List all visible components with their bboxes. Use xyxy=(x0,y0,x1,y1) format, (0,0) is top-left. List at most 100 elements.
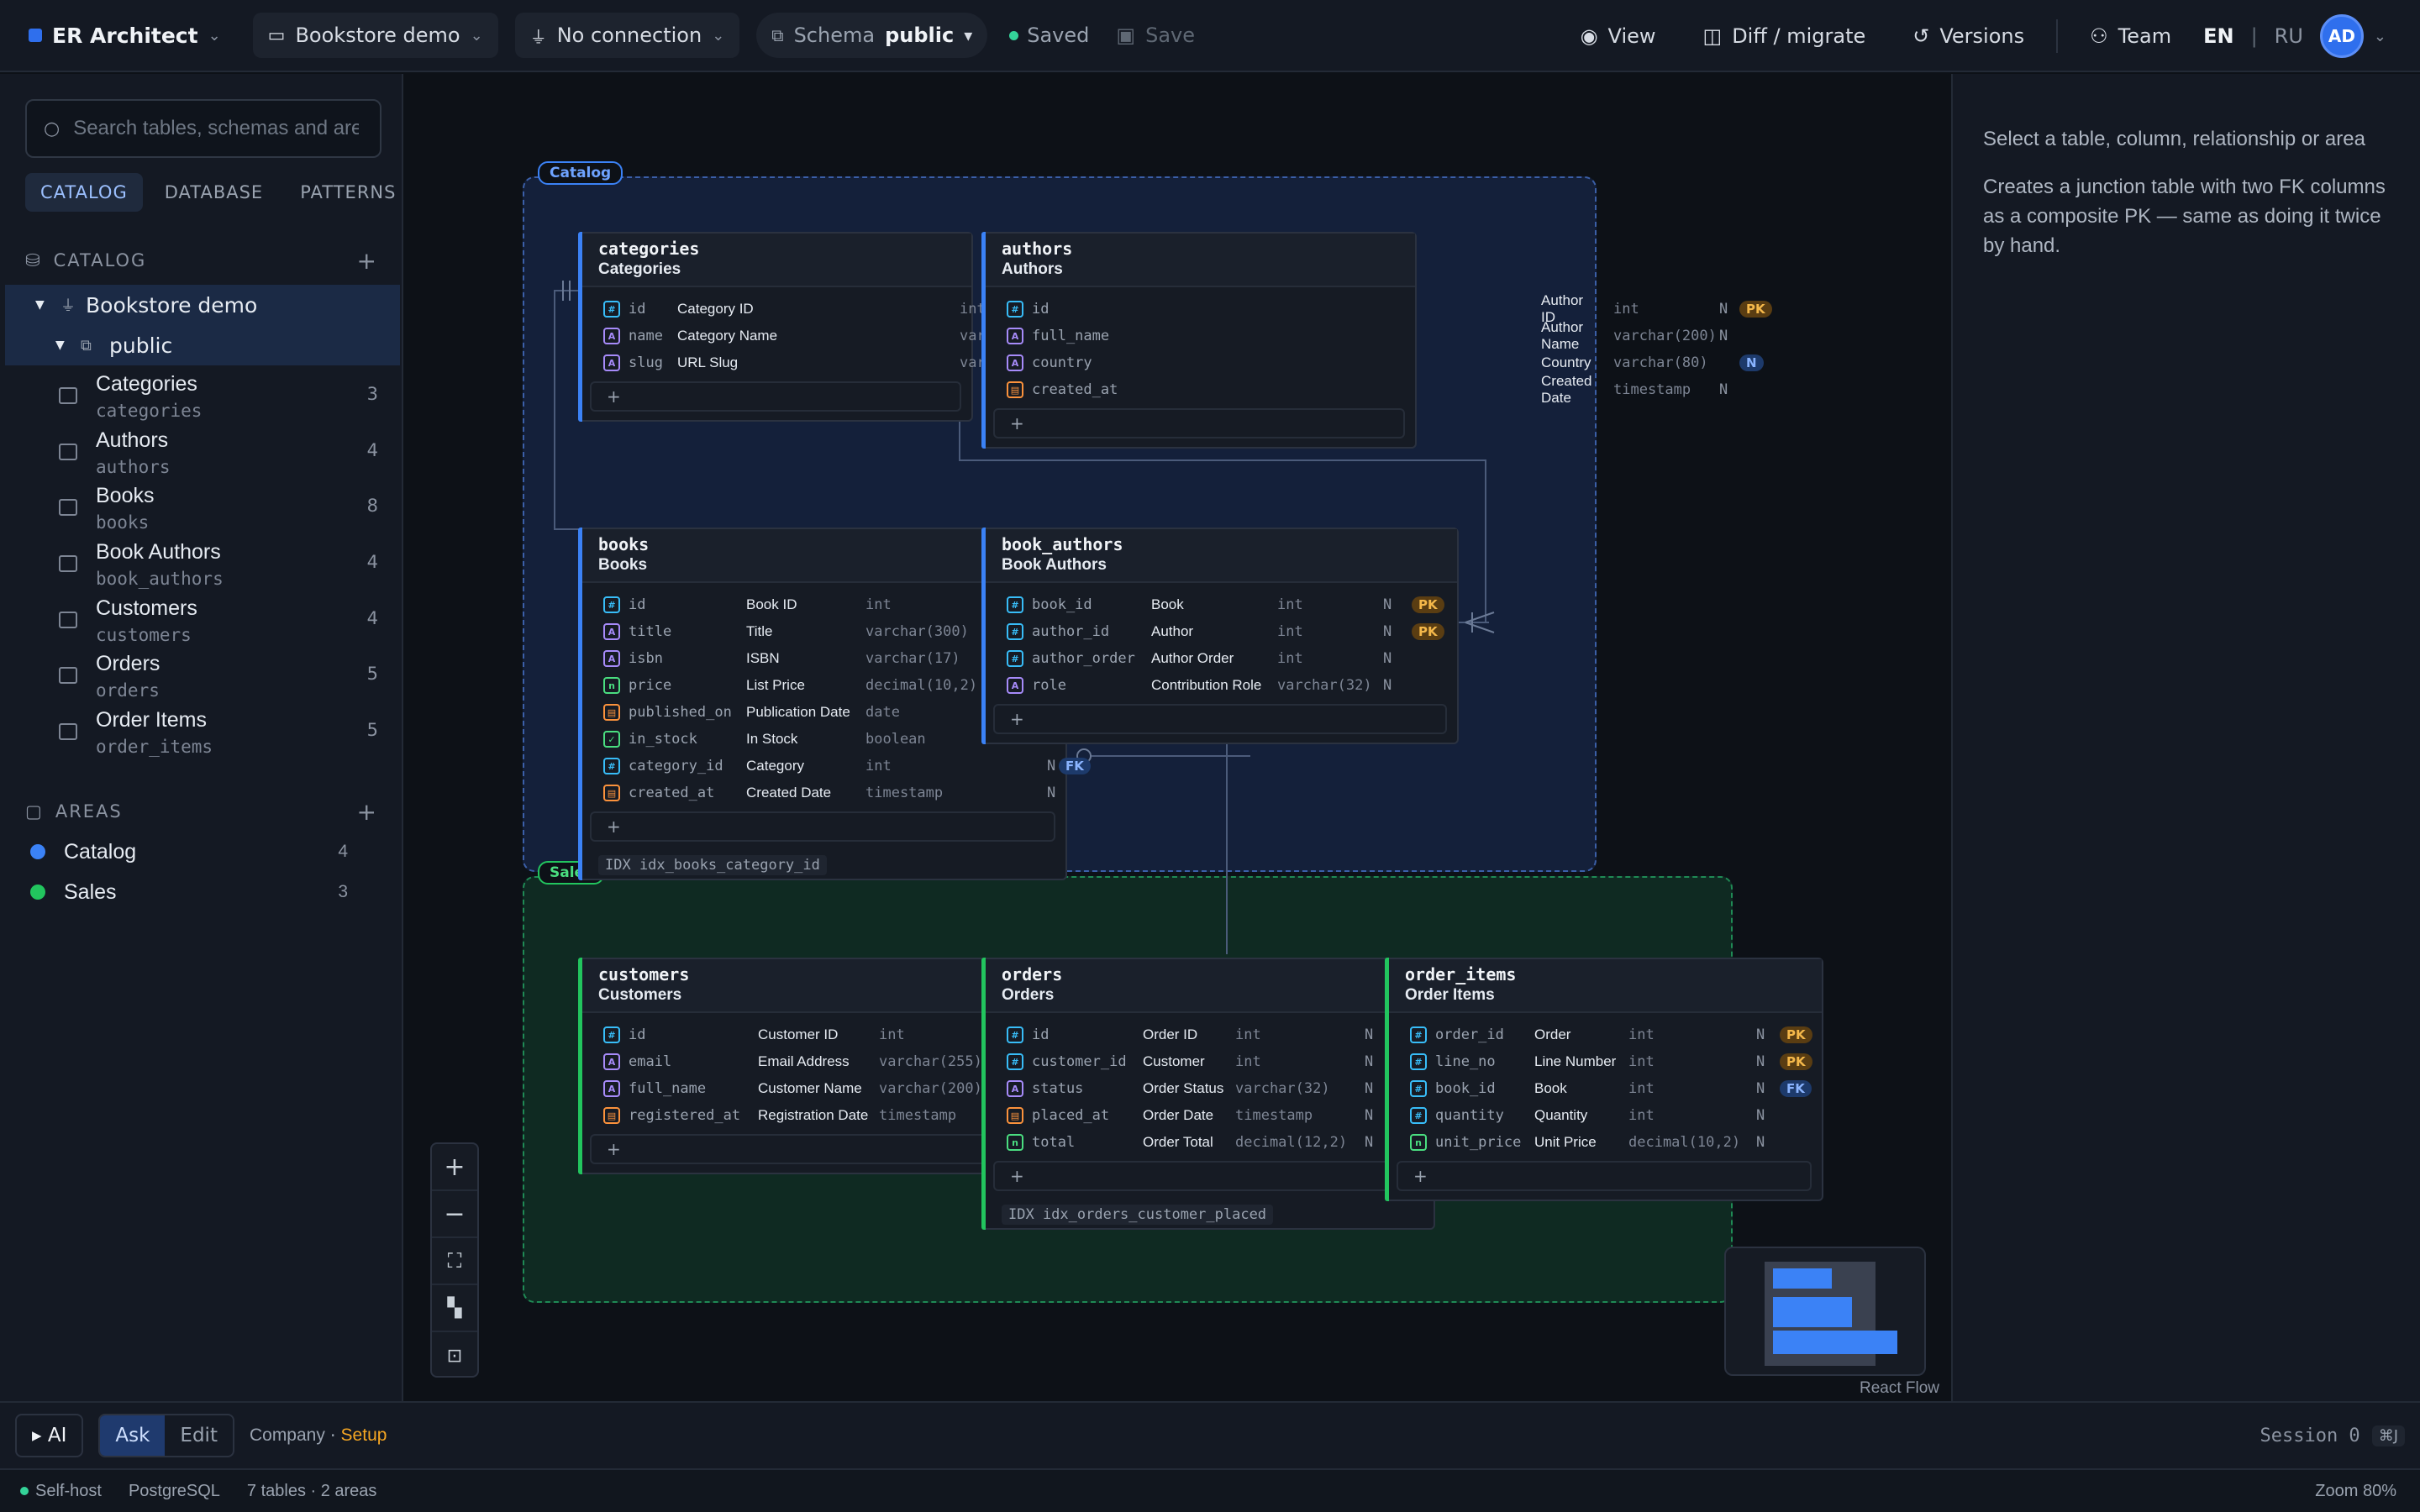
column-row[interactable]: A full_name Author Name varchar(200) N xyxy=(983,319,1728,352)
column-row[interactable]: # book_id Book int N FK xyxy=(1386,1075,1822,1102)
layout-button[interactable]: ▚ xyxy=(432,1285,477,1332)
column-row[interactable]: ▤ created_at Created Date timestamp N xyxy=(983,373,1728,406)
column-row[interactable]: ▤ created_at Created Date timestamp N xyxy=(580,780,1065,806)
ai-toggle-button[interactable]: ▸ AI xyxy=(15,1414,84,1457)
diagram-canvas[interactable]: Catalog Sales categories Categories # id… xyxy=(405,74,1949,1401)
sidebar-table-orders[interactable]: Orders orders 5 xyxy=(59,652,378,707)
column-row[interactable]: ▤ placed_at Order Date timestamp N xyxy=(983,1102,1434,1129)
project-selector[interactable]: ▭ Bookstore demo ⌄ xyxy=(252,13,498,58)
column-row[interactable]: # category_id Category int N FK xyxy=(580,753,1091,780)
column-row[interactable]: # line_no Line Number int N PK xyxy=(1386,1048,1822,1075)
tab-catalog[interactable]: CATALOG xyxy=(25,173,143,212)
column-row[interactable]: n total Order Total decimal(12,2) N xyxy=(983,1129,1434,1156)
column-name: book_id xyxy=(1032,596,1092,613)
ai-setup-link[interactable]: Setup xyxy=(341,1425,387,1446)
column-label: Order xyxy=(1534,1026,1571,1042)
add-column-button[interactable]: + xyxy=(590,1134,995,1164)
search-box[interactable]: ○ xyxy=(25,99,381,158)
table-node-customers[interactable]: customers Customers # id Customer ID int… xyxy=(578,958,1007,1174)
edit-mode-button[interactable]: Edit xyxy=(165,1415,233,1456)
sidebar-table-authors[interactable]: Authors authors 4 xyxy=(59,428,378,484)
sidebar-table-order-items[interactable]: Order Items order_items 5 xyxy=(59,708,378,764)
add-column-button[interactable]: + xyxy=(1397,1161,1812,1191)
tree-schema[interactable]: ▼ ⧉ public xyxy=(5,325,400,365)
table-node-header[interactable]: order_items Order Items xyxy=(1386,959,1822,1013)
sidebar-table-books[interactable]: Books books 8 xyxy=(59,484,378,539)
table-node-label: Customers xyxy=(598,986,682,1004)
add-column-button[interactable]: + xyxy=(993,704,1447,734)
schema-selector[interactable]: ⧉ Schema public ▾ xyxy=(756,13,988,58)
column-row[interactable]: # author_order Author Order int N xyxy=(983,645,1457,672)
tree-project[interactable]: ▼ ⏚ Bookstore demo xyxy=(5,285,400,325)
zoom-in-button[interactable]: + xyxy=(432,1144,477,1191)
status-mode: Self-host xyxy=(35,1481,102,1500)
table-node-header[interactable]: orders Orders xyxy=(983,959,1434,1013)
column-row[interactable]: # quantity Quantity int N xyxy=(1386,1102,1822,1129)
area-item-catalog[interactable]: Catalog 4 xyxy=(30,835,383,869)
versions-button[interactable]: ↺ Versions xyxy=(1897,13,2039,59)
connection-selector[interactable]: ⏚ No connection ⌄ xyxy=(514,13,740,58)
column-row[interactable]: # id Customer ID int xyxy=(580,1021,1005,1048)
column-type: int xyxy=(865,596,892,613)
add-column-button[interactable]: + xyxy=(590,811,1055,842)
column-row[interactable]: # customer_id Customer int N xyxy=(983,1048,1434,1075)
tab-database[interactable]: DATABASE xyxy=(150,173,278,212)
zoom-out-button[interactable]: − xyxy=(432,1191,477,1238)
chevron-down-icon[interactable]: ⌄ xyxy=(2374,28,2386,45)
column-row[interactable]: A full_name Customer Name varchar(200) xyxy=(580,1075,1005,1102)
column-row[interactable]: ▤ registered_at Registration Date timest… xyxy=(580,1102,1005,1129)
table-node-orders[interactable]: orders Orders # id Order ID int N # cust… xyxy=(981,958,1435,1230)
add-column-button[interactable]: + xyxy=(993,408,1405,438)
column-row[interactable]: n unit_price Unit Price decimal(10,2) N xyxy=(1386,1129,1822,1156)
column-row[interactable]: # book_id Book int N PK xyxy=(983,591,1457,618)
sidebar-table-categories[interactable]: Categories categories 3 xyxy=(59,372,378,428)
type-icon: # xyxy=(603,301,620,318)
column-row[interactable]: A country Country varchar(80) N xyxy=(983,349,1764,376)
column-row[interactable]: A email Email Address varchar(255) xyxy=(580,1048,1005,1075)
index-chip[interactable]: IDX idx_books_category_id xyxy=(598,855,827,875)
team-button[interactable]: ⚇ Team xyxy=(2075,13,2186,59)
column-row[interactable]: A status Order Status varchar(32) N xyxy=(983,1075,1434,1102)
ask-mode-button[interactable]: Ask xyxy=(100,1415,166,1456)
column-label: Author Order xyxy=(1151,650,1234,666)
table-node-authors[interactable]: authors Authors # id Author ID int N PK A… xyxy=(981,232,1772,449)
add-column-button[interactable]: + xyxy=(590,381,961,412)
app-menu-button[interactable]: ER Architect ⌄ xyxy=(24,13,236,58)
column-row[interactable]: A role Contribution Role varchar(32) N xyxy=(983,672,1457,699)
table-node-categories[interactable]: categories Categories # id Category ID i… xyxy=(578,232,1139,422)
column-row[interactable]: # id Author ID int N PK xyxy=(983,292,1772,325)
view-button[interactable]: ◉ View xyxy=(1565,13,1671,59)
search-input[interactable] xyxy=(73,117,360,140)
save-button[interactable]: ▣ Save xyxy=(1111,13,1200,58)
column-row[interactable]: A name Category Name varchar(100) NU xyxy=(580,323,1130,349)
table-node-header[interactable]: book_authors Book Authors xyxy=(983,529,1457,583)
column-name: author_order xyxy=(1032,650,1135,667)
sidebar-table-book-authors[interactable]: Book Authors book_authors 4 xyxy=(59,540,378,596)
lang-en-button[interactable]: EN xyxy=(2203,24,2233,48)
table-node-book-authors[interactable]: book_authors Book Authors # book_id Book… xyxy=(981,528,1459,744)
index-chip[interactable]: IDX idx_orders_customer_placed xyxy=(1002,1205,1274,1225)
table-node-header[interactable]: customers Customers xyxy=(580,959,1005,1013)
column-row[interactable]: # id Category ID int NPK xyxy=(580,296,1139,323)
lock-button[interactable]: ⊡ xyxy=(432,1332,477,1379)
avatar[interactable]: AD xyxy=(2319,14,2364,58)
fit-view-button[interactable]: ⛶ xyxy=(432,1238,477,1285)
minimap[interactable] xyxy=(1724,1247,1926,1376)
lang-ru-button[interactable]: RU xyxy=(2275,24,2303,48)
table-node-header[interactable]: categories Categories xyxy=(580,234,971,287)
column-row[interactable]: # id Order ID int N xyxy=(983,1021,1434,1048)
add-area-button[interactable]: + xyxy=(357,798,378,826)
column-row[interactable]: # order_id Order int N PK xyxy=(1386,1021,1822,1048)
caret-down-icon: ▼ xyxy=(55,339,65,352)
react-flow-attribution[interactable]: React Flow xyxy=(1860,1379,1939,1398)
tab-patterns[interactable]: PATTERNS xyxy=(285,173,411,212)
column-row[interactable]: A slug URL Slug varchar(100) NU xyxy=(580,349,1130,376)
table-node-order-items[interactable]: order_items Order Items # order_id Order… xyxy=(1385,958,1823,1201)
add-catalog-button[interactable]: + xyxy=(357,247,378,275)
column-row[interactable]: # author_id Author int N PK xyxy=(983,618,1457,645)
table-node-header[interactable]: authors Authors xyxy=(983,234,1415,287)
sidebar-table-customers[interactable]: Customers customers 4 xyxy=(59,596,378,652)
area-item-sales[interactable]: Sales 3 xyxy=(30,875,383,909)
add-column-button[interactable]: + xyxy=(993,1161,1423,1191)
diff-migrate-button[interactable]: ◫ Diff / migrate xyxy=(1688,13,1881,59)
